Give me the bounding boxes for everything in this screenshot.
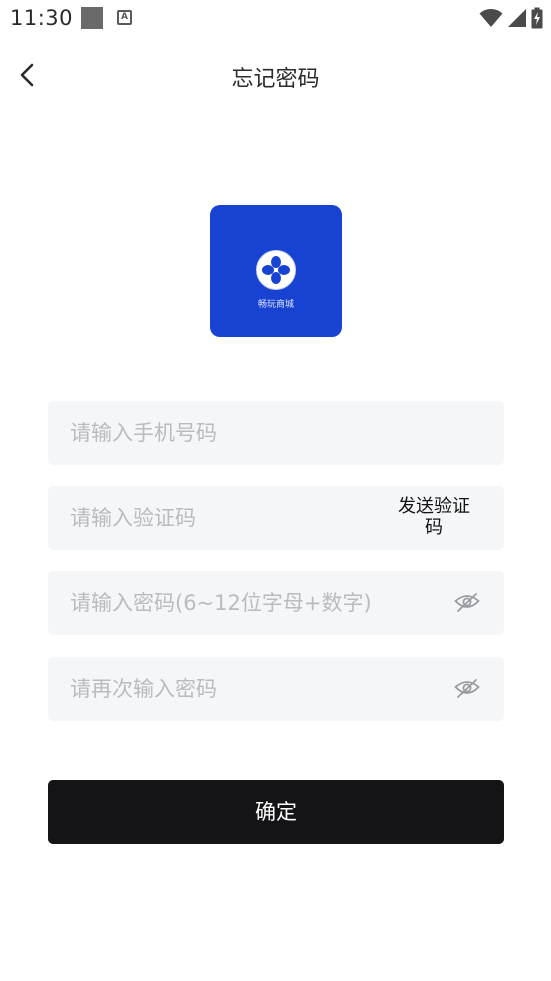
battery-charging-icon <box>531 7 543 29</box>
wifi-icon <box>479 9 503 27</box>
confirm-password-field <box>48 657 504 721</box>
phone-input[interactable] <box>48 401 504 465</box>
send-code-label-line1: 发送验证 <box>398 496 470 517</box>
status-icons <box>479 6 543 30</box>
status-time: 11:30 <box>10 6 74 30</box>
signal-icon <box>508 9 526 27</box>
phone-field <box>48 401 504 465</box>
eye-off-icon[interactable] <box>454 592 480 614</box>
accessibility-a-icon: A <box>117 10 132 25</box>
password-input[interactable] <box>48 571 504 635</box>
confirm-password-input[interactable] <box>48 657 504 721</box>
logo-text: 畅玩商城 <box>257 300 294 310</box>
status-bar: 11:30 A <box>0 0 551 38</box>
logo-mark-icon <box>256 250 296 290</box>
send-code-label-line2: 码 <box>425 517 443 538</box>
app-logo: 畅玩商城 <box>210 205 342 337</box>
page-title: 忘记密码 <box>231 67 320 92</box>
password-field <box>48 571 504 635</box>
send-code-button[interactable]: 发送验证 码 <box>384 496 484 538</box>
notification-square-icon <box>81 7 103 29</box>
confirm-button[interactable]: 确定 <box>48 780 504 844</box>
verification-code-field: 发送验证 码 <box>48 486 504 550</box>
header: 忘记密码 <box>0 50 551 100</box>
eye-off-icon[interactable] <box>454 678 480 700</box>
